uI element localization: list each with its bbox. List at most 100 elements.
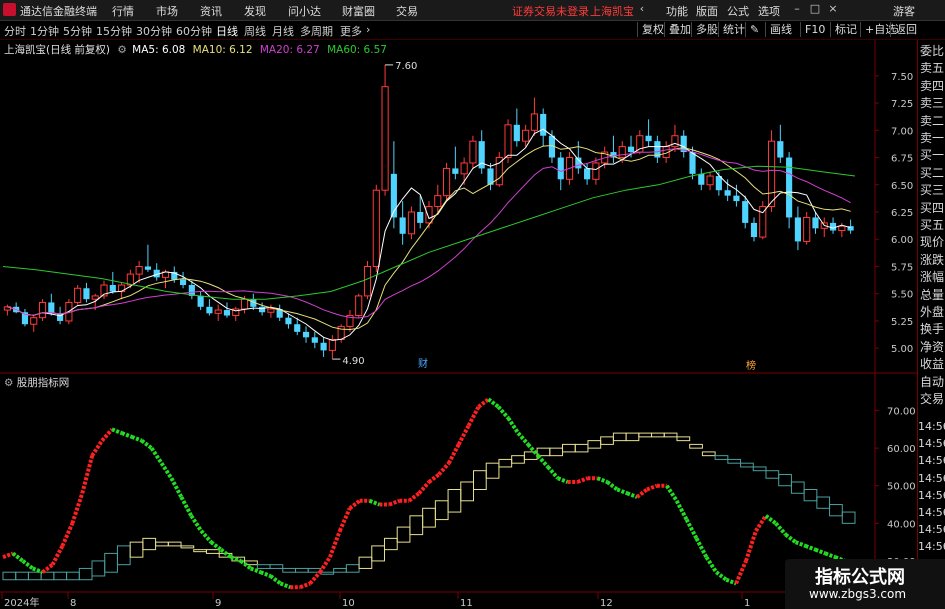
candle-body-down: [302, 331, 310, 338]
menu-item-layout[interactable]: 版面: [696, 3, 718, 19]
osc-segment: [427, 472, 441, 484]
oscillator-line: [2, 397, 856, 590]
candle-body-up: [767, 140, 776, 208]
band-segment: [498, 458, 513, 468]
maximize-icon[interactable]: □: [808, 2, 822, 16]
menu-item-function[interactable]: 功能: [666, 3, 688, 19]
band-segment: [651, 432, 665, 438]
band-segment: [511, 455, 525, 464]
period-tab-more[interactable]: 更多: [340, 23, 362, 39]
side-panel-label: 买四: [920, 200, 945, 215]
band-segment: [701, 451, 716, 457]
close-icon[interactable]: ×: [826, 2, 840, 16]
candle-body-up: [618, 146, 626, 159]
guest-login[interactable]: 游客: [893, 3, 915, 19]
period-tab-30min[interactable]: 30分钟: [136, 23, 172, 39]
band-segment: [803, 489, 818, 502]
osc-tick-label: 40.00: [887, 519, 916, 530]
band-segment: [740, 462, 754, 468]
draw-line-icon[interactable]: ✎: [745, 22, 763, 37]
period-tab-1min[interactable]: 1分钟: [30, 23, 59, 39]
back-icon[interactable]: ‹: [635, 2, 649, 16]
side-panel-time: 14:56: [918, 437, 945, 451]
title-bar: 通达信金融终端 行情 市场 资讯 发现 问小达 财富圈 交易 证券交易未登录 上…: [0, 0, 945, 21]
candle-body-up: [381, 86, 389, 191]
menu-item-trade[interactable]: 交易: [396, 3, 418, 19]
menu-item-wealth[interactable]: 财富圈: [342, 3, 375, 19]
price-tick-label: 5.25: [891, 317, 913, 328]
candle-body-down: [417, 212, 424, 223]
candle-body-down: [777, 141, 784, 158]
band-segment: [15, 571, 29, 581]
draw-line-button[interactable]: 画线: [765, 22, 796, 37]
more-chevron-icon[interactable]: ›: [366, 23, 370, 36]
finance-marker: 财: [418, 357, 428, 370]
candle-body-up: [504, 124, 512, 159]
osc-segment: [41, 563, 54, 574]
menu-item-discover[interactable]: 发现: [244, 3, 266, 19]
menu-item-quotes[interactable]: 行情: [112, 3, 134, 19]
side-panel-time: 14:56: [918, 488, 945, 502]
period-tab-weekly[interactable]: 周线: [244, 23, 266, 39]
date-tick-label: 8: [70, 598, 76, 609]
period-tab-15min[interactable]: 15分钟: [96, 23, 132, 39]
candle-body-up: [671, 135, 679, 148]
menu-item-news[interactable]: 资讯: [200, 3, 222, 19]
candle-body-up: [30, 317, 38, 325]
osc-segment: [646, 483, 658, 492]
band-segment: [600, 436, 614, 445]
band-segment: [409, 515, 424, 536]
candle-body-up: [530, 113, 538, 131]
menu-item-ask[interactable]: 问小达: [288, 3, 321, 19]
band-segment: [396, 526, 411, 543]
period-tab-60min[interactable]: 60分钟: [176, 23, 212, 39]
osc-segment: [774, 522, 788, 536]
osc-segment: [50, 544, 65, 566]
candle-body-up: [803, 216, 811, 242]
candle-body-down: [399, 217, 406, 234]
period-tab-5min[interactable]: 5分钟: [63, 23, 92, 39]
band-segment: [383, 537, 398, 551]
band-segment: [66, 571, 80, 581]
osc-segment: [704, 556, 718, 574]
period-tab-intraday[interactable]: 分时: [4, 23, 26, 39]
candle-body-up: [838, 225, 846, 232]
band-segment: [587, 440, 602, 449]
mark-button[interactable]: 标记: [830, 22, 861, 37]
period-tab-daily[interactable]: 日线: [216, 23, 238, 39]
band-segment: [104, 552, 118, 573]
osc-segment: [338, 507, 352, 532]
candle-body-up: [460, 162, 468, 175]
osc-segment: [466, 405, 481, 427]
candle-body-up: [214, 309, 222, 314]
minimize-icon[interactable]: –: [790, 2, 804, 16]
candle-body-down: [285, 317, 292, 325]
kline-chart[interactable]: 7.50 7.25 7.00 6.75 6.50 6.25 6.00 5.75 5.50 5.25…: [0, 40, 917, 609]
back-button[interactable]: 返回: [890, 22, 921, 37]
f10-button[interactable]: F10: [800, 22, 829, 37]
candle-body-up: [469, 140, 477, 164]
date-tick-label: 2024年: [4, 596, 39, 609]
osc-segment: [140, 439, 153, 450]
band-segment: [205, 549, 220, 554]
quote-side-panel: 委比 卖五 卖四 卖三 卖二 卖一 买一 买二 买三 买四 买五 现价 涨跌 涨幅 总量 外盘 换手 净资 收益 自动…: [917, 40, 945, 609]
osc-segment: [169, 477, 184, 498]
osc-segment: [626, 491, 638, 499]
osc-segment: [80, 455, 95, 494]
osc-segment: [596, 476, 609, 484]
app-title: 通达信金融终端: [20, 5, 97, 18]
price-tick-label: 6.00: [891, 235, 913, 246]
osc-segment: [674, 499, 689, 521]
band-segment: [142, 537, 157, 551]
period-tab-monthly[interactable]: 月线: [272, 23, 294, 39]
osc-segment: [715, 570, 728, 582]
trade-login-notice[interactable]: 证券交易未登录: [512, 3, 589, 19]
osc-segment: [308, 570, 322, 585]
band-segment: [294, 567, 309, 573]
osc-segment: [417, 480, 431, 495]
menu-item-options[interactable]: 选项: [758, 3, 780, 19]
period-tab-multi[interactable]: 多周期: [300, 23, 333, 39]
candlestick-series: [3, 64, 854, 360]
menu-item-formula[interactable]: 公式: [727, 3, 749, 19]
menu-item-market[interactable]: 市场: [156, 3, 178, 19]
